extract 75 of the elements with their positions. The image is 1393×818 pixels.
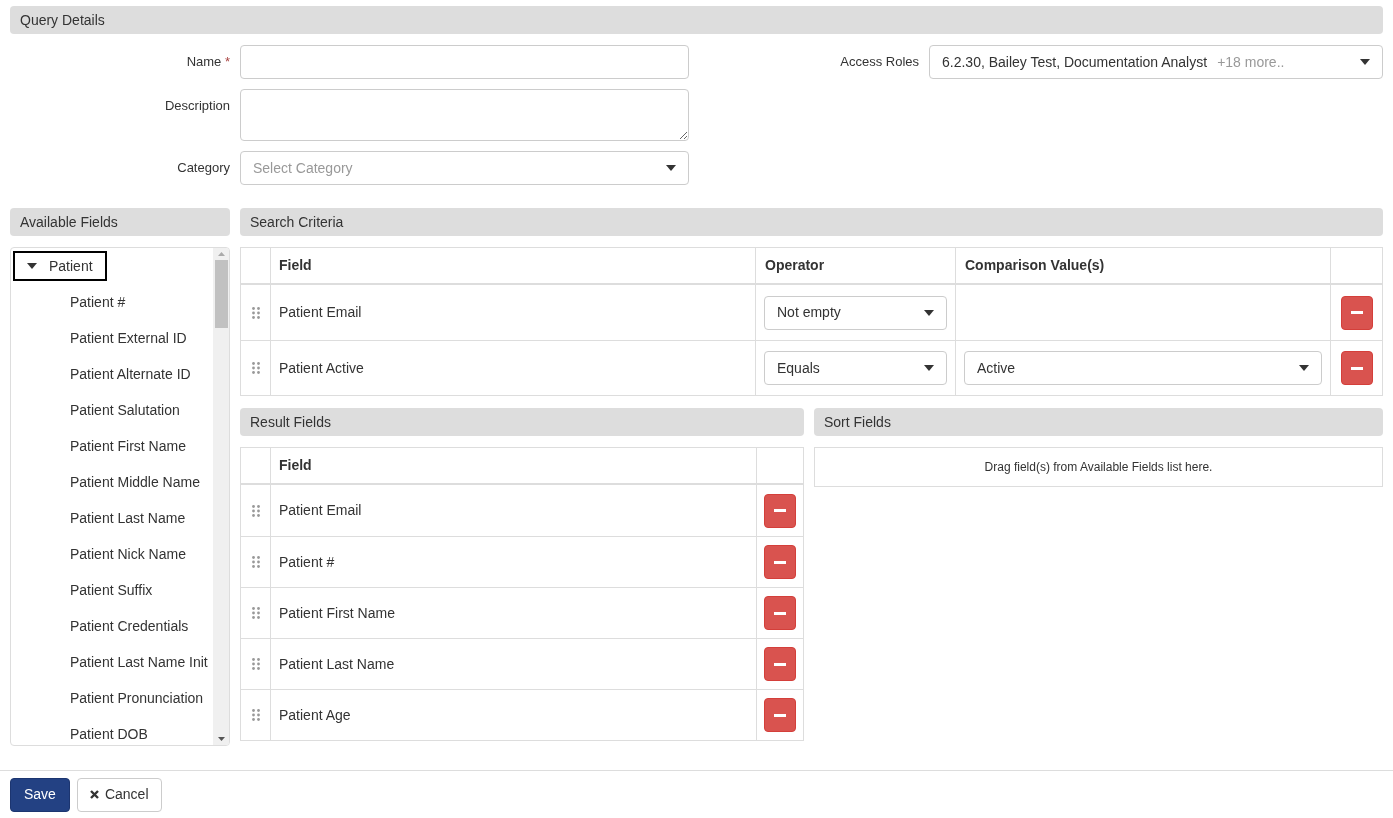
scrollbar-thumb[interactable] [214, 260, 228, 328]
select-field[interactable]: 6.2.30, Bailey Test, Documentation Analyst +18 more.. [929, 45, 1383, 79]
remove-button[interactable] [764, 545, 796, 579]
drag-handle-icon[interactable] [251, 607, 260, 619]
minus-icon [774, 611, 786, 615]
table-cell-text: Patient # [279, 552, 335, 572]
tree-item[interactable]: Patient Salutation [70, 399, 180, 421]
tree-item[interactable]: Patient Pronunciation [70, 687, 204, 709]
tree-item[interactable]: Patient Alternate ID [70, 363, 191, 385]
remove-button[interactable] [764, 493, 796, 528]
minus-icon [1350, 366, 1363, 370]
field-label: Description [164, 98, 230, 113]
column-header: Field [279, 456, 312, 475]
tree-item[interactable]: Patient Credentials [70, 615, 189, 637]
caret-down-icon [666, 165, 676, 171]
minus-icon [774, 509, 786, 512]
field-label: Access Roles [840, 54, 919, 69]
tree-item[interactable]: Patient Last Name Init [70, 651, 208, 673]
save-button[interactable]: Save [10, 777, 70, 812]
cancel-button[interactable]: Cancel [76, 777, 162, 812]
table-cell-text: Patient Active [279, 358, 364, 378]
minus-icon [774, 713, 786, 717]
remove-button[interactable] [764, 596, 796, 630]
drag-handle-icon[interactable] [251, 556, 260, 568]
table-cell-text: Patient Last Name [279, 654, 395, 674]
minus-icon [774, 560, 786, 564]
tree-item[interactable]: Patient DOB [70, 723, 148, 745]
remove-button[interactable] [1340, 295, 1373, 330]
tree-node[interactable]: Patient [13, 251, 107, 281]
tree-item[interactable]: Patient Middle Name [70, 471, 200, 493]
drag-handle-icon[interactable] [251, 709, 260, 721]
drag-handle-icon[interactable] [251, 306, 260, 319]
table-cell-text: Patient Age [279, 705, 351, 725]
column-header: Operator [765, 256, 825, 275]
scrollbar[interactable] [213, 248, 229, 745]
scroll-down-icon[interactable] [217, 737, 225, 741]
description-input[interactable] [240, 89, 689, 141]
section-header: Search Criteria [240, 208, 1383, 236]
minus-icon [774, 662, 786, 666]
field-label: Category [177, 160, 230, 175]
tree-item[interactable]: Patient First Name [70, 435, 186, 457]
select-field[interactable]: Not empty [764, 295, 947, 330]
section-header: Sort Fields [814, 408, 1383, 436]
remove-button[interactable] [1340, 351, 1373, 385]
drop-hint: Drag field(s) from Available Fields list here. [984, 459, 1213, 476]
scroll-up-icon[interactable] [217, 252, 225, 256]
drag-handle-icon[interactable] [251, 504, 260, 517]
tree-item[interactable]: Patient External ID [70, 327, 187, 349]
table-cell-text: Patient Email [279, 501, 362, 520]
drag-handle-icon[interactable] [251, 362, 260, 374]
tree-item[interactable]: Patient Suffix [70, 579, 153, 601]
column-header: Comparison Value(s) [965, 256, 1105, 275]
section-header: Query Details [10, 6, 1383, 34]
column-header: Field [279, 256, 312, 275]
tree-item[interactable]: Patient # [70, 291, 126, 313]
table-cell-text: Patient First Name [279, 603, 395, 623]
field-label: Name * [186, 54, 230, 69]
select-field[interactable]: Equals [764, 351, 947, 385]
caret-down-icon [924, 309, 934, 316]
minus-icon [1350, 311, 1363, 314]
close-icon [89, 790, 99, 799]
section-header: Result Fields [240, 408, 804, 436]
caret-down-icon [1299, 365, 1309, 371]
table-cell-text: Patient Email [279, 303, 362, 322]
name-input[interactable] [240, 45, 689, 79]
tree-item[interactable]: Patient Nick Name [70, 543, 186, 565]
remove-button[interactable] [764, 698, 796, 732]
caret-down-icon [27, 263, 37, 269]
caret-down-icon [1360, 59, 1370, 65]
drag-handle-icon[interactable] [251, 658, 260, 670]
select-field[interactable]: Active [964, 351, 1322, 385]
tree-item[interactable]: Patient Last Name [70, 507, 186, 529]
section-header: Available Fields [10, 208, 230, 236]
caret-down-icon [924, 365, 934, 371]
remove-button[interactable] [764, 647, 796, 681]
